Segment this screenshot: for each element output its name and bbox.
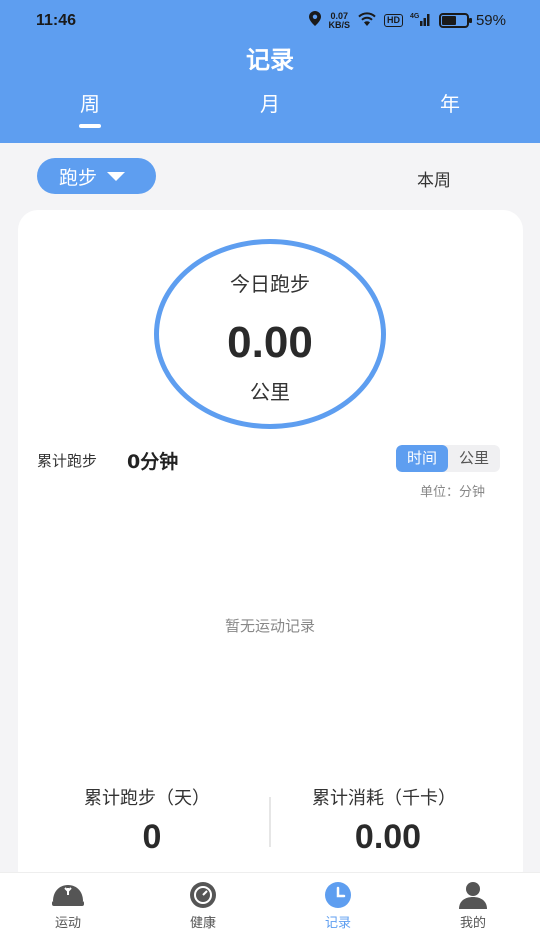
network-speed: 0.07 KB/S (328, 11, 350, 30)
sport-dropdown-label: 跑步 (59, 166, 98, 189)
battery-fill (441, 16, 456, 25)
toggle-time[interactable]: 时间 (396, 445, 448, 472)
empty-state-text: 暂无运动记录 (224, 617, 315, 635)
total-label: 累计跑步 (37, 452, 98, 470)
nav-label-mine: 我的 (459, 916, 486, 931)
signal-icon: 4G (410, 11, 432, 30)
nav-label-health: 健康 (189, 916, 216, 931)
days-value: 0 (142, 818, 162, 856)
period-label: 本周 (417, 171, 451, 191)
nav-item-sport[interactable]: 运动 (18, 873, 118, 938)
ring-unit: 公里 (250, 380, 290, 404)
tab-week[interactable]: 周 (60, 88, 120, 117)
bottom-nav: 运动 健康 记录 我的 (0, 872, 540, 938)
active-tab-indicator (79, 124, 101, 128)
ring-value: 0.00 (227, 318, 313, 367)
calories-value: 0.00 (354, 818, 422, 856)
tab-month[interactable]: 月 (240, 88, 300, 117)
header: 11:46 0.07 KB/S HD 4G 59% 记录 周 月 年 (0, 0, 540, 143)
toggle-distance[interactable]: 公里 (448, 445, 500, 472)
tab-year[interactable]: 年 (420, 88, 480, 117)
days-label: 累计跑步（天） (84, 788, 210, 809)
page-title: 记录 (246, 46, 294, 74)
calories-label: 累计消耗（千卡） (312, 788, 456, 809)
status-time: 11:46 (36, 12, 77, 29)
status-bar: 11:46 0.07 KB/S HD 4G 59% (0, 0, 540, 44)
metric-toggle: 时间 公里 (396, 445, 500, 472)
speed-unit: KB/S (328, 19, 350, 30)
clock-icon (325, 882, 351, 908)
hd-badge: HD (383, 14, 403, 27)
nav-label-sport: 运动 (54, 916, 81, 931)
person-icon (459, 882, 487, 909)
wifi-icon (357, 11, 377, 30)
nav-item-health[interactable]: 健康 (153, 873, 253, 938)
location-icon (309, 11, 322, 30)
nav-item-mine[interactable]: 我的 (423, 873, 523, 938)
battery-percent: 59% (475, 12, 506, 29)
caret-down-icon (107, 171, 126, 181)
status-icons: 0.07 KB/S HD 4G 59% (309, 11, 506, 30)
svg-text:4G: 4G (410, 13, 420, 20)
battery-icon (438, 13, 472, 28)
nav-item-record[interactable]: 记录 (288, 873, 388, 938)
unit-note: 单位：分钟 (420, 485, 486, 500)
nav-label-record: 记录 (324, 916, 351, 931)
stat-divider (269, 797, 271, 847)
running-shoe-icon (52, 885, 84, 906)
health-scale-icon (190, 882, 216, 908)
sport-dropdown[interactable]: 跑步 (37, 158, 156, 194)
total-value: 0分钟 (127, 451, 179, 473)
ring-title: 今日跑步 (230, 272, 310, 296)
